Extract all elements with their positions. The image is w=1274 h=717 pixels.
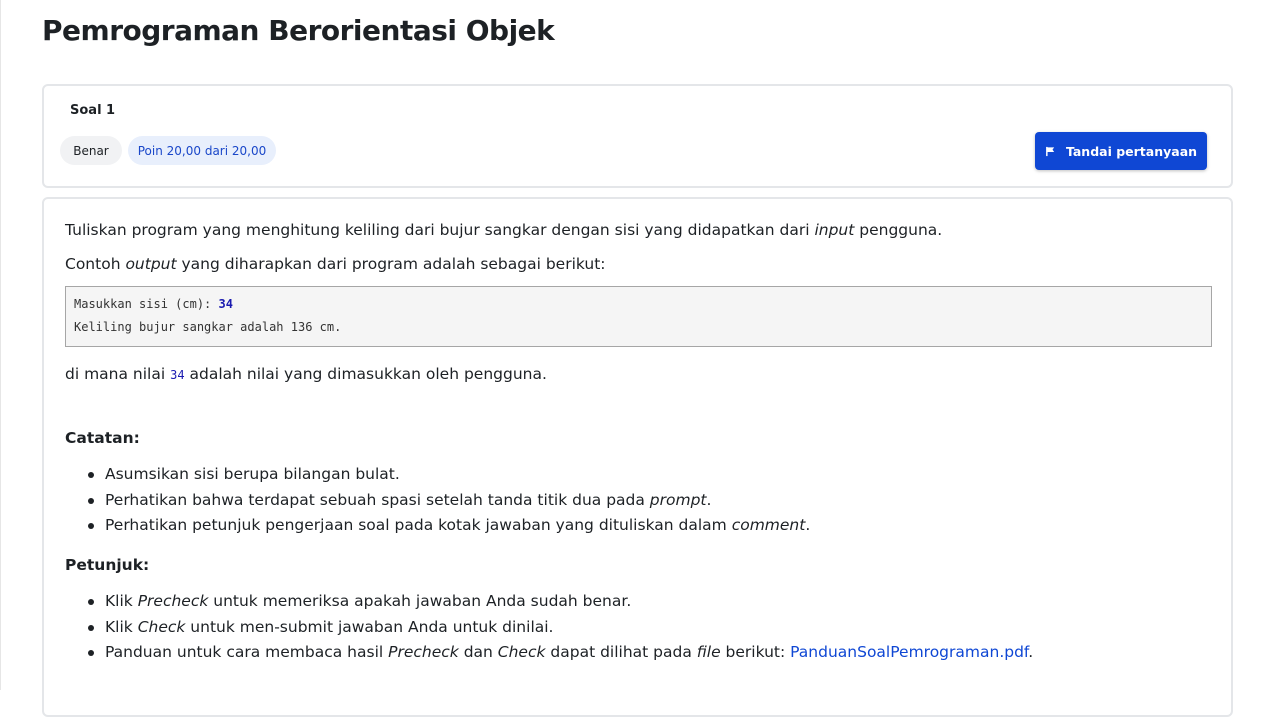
- text-segment: Contoh: [65, 255, 126, 273]
- text-segment: Tuliskan program yang menghitung kelilin…: [65, 221, 815, 239]
- text-segment: .: [1028, 643, 1034, 661]
- code-line-2: Keliling bujur sangkar adalah 136 cm.: [74, 320, 342, 334]
- text-segment: dapat dilihat pada: [545, 643, 697, 661]
- emphasis-text: file: [696, 643, 721, 661]
- text-segment: .: [805, 516, 811, 534]
- text-segment: Perhatikan bahwa terdapat sebuah spasi s…: [105, 490, 650, 509]
- text-segment: Panduan untuk cara membaca hasil: [105, 643, 389, 661]
- question-paragraph-1: Tuliskan program yang menghitung kelilin…: [65, 219, 942, 241]
- list-item: Perhatikan bahwa terdapat sebuah spasi s…: [83, 489, 810, 515]
- sample-output-codebox: Masukkan sisi (cm): 34 Keliling bujur sa…: [65, 286, 1212, 347]
- emphasis-text: Precheck: [388, 643, 459, 661]
- flag-icon: [1046, 146, 1055, 156]
- page-title: Pemrograman Berorientasi Objek: [42, 14, 555, 47]
- list-item: Klik Precheck untuk memeriksa apakah jaw…: [83, 590, 1033, 616]
- list-item: Klik Check untuk men-submit jawaban Anda…: [83, 616, 1033, 642]
- catatan-heading: Catatan:: [65, 429, 140, 447]
- guide-pdf-link[interactable]: PanduanSoalPemrograman.pdf: [790, 643, 1028, 661]
- code-text: Masukkan sisi (cm):: [74, 297, 219, 311]
- text-segment: untuk men-submit jawaban Anda untuk dini…: [185, 617, 554, 636]
- emphasis-text: Check: [137, 617, 186, 636]
- text-segment: Perhatikan petunjuk pengerjaan soal pada…: [105, 516, 732, 534]
- petunjuk-heading: Petunjuk:: [65, 556, 150, 574]
- code-line-1: Masukkan sisi (cm): 34: [74, 296, 1203, 319]
- list-item: Panduan untuk cara membaca hasil Prechec…: [83, 641, 1033, 667]
- text-segment: Klik: [105, 592, 138, 610]
- points-badge: Poin 20,00 dari 20,00: [128, 136, 276, 165]
- emphasis-text: output: [125, 255, 177, 273]
- emphasis-text: comment: [731, 516, 806, 534]
- list-item: Asumsikan sisi berupa bilangan bulat.: [83, 463, 810, 489]
- status-badge: Benar: [60, 136, 122, 165]
- text-segment: dan: [458, 643, 498, 661]
- question-paragraph-2: Contoh output yang diharapkan dari progr…: [65, 253, 606, 275]
- question-info-card: Soal 1 Benar Poin 20,00 dari 20,00 Tanda…: [42, 84, 1233, 188]
- emphasis-text: input: [814, 221, 855, 239]
- text-segment: Asumsikan sisi berupa bilangan bulat.: [105, 465, 400, 483]
- text-segment: di mana nilai: [65, 365, 171, 383]
- text-segment: Klik: [105, 617, 138, 636]
- list-item: Perhatikan petunjuk pengerjaan soal pada…: [83, 514, 810, 540]
- text-segment: berikut:: [720, 643, 791, 661]
- code-input-value: 34: [218, 297, 233, 311]
- emphasis-text: prompt: [649, 490, 707, 509]
- question-paragraph-3: di mana nilai 34 adalah nilai yang dimas…: [65, 363, 547, 386]
- page-edge: [0, 0, 1, 690]
- petunjuk-list: Klik Precheck untuk memeriksa apakah jaw…: [83, 590, 1033, 667]
- question-content-card: Tuliskan program yang menghitung kelilin…: [42, 197, 1233, 717]
- question-number: Soal 1: [70, 103, 116, 118]
- catatan-list: Asumsikan sisi berupa bilangan bulat. Pe…: [83, 463, 810, 540]
- text-segment: pengguna.: [854, 221, 943, 239]
- flag-question-button[interactable]: Tandai pertanyaan: [1035, 132, 1207, 170]
- inline-code: 34: [170, 368, 185, 382]
- emphasis-text: Precheck: [137, 592, 209, 610]
- text-segment: untuk memeriksa apakah jawaban Anda suda…: [208, 592, 632, 610]
- text-segment: adalah nilai yang dimasukkan oleh penggu…: [189, 365, 547, 383]
- text-segment: yang diharapkan dari program adalah seba…: [176, 255, 606, 273]
- text-segment: .: [706, 490, 712, 509]
- emphasis-text: Check: [497, 643, 546, 661]
- flag-button-label: Tandai pertanyaan: [1065, 143, 1198, 159]
